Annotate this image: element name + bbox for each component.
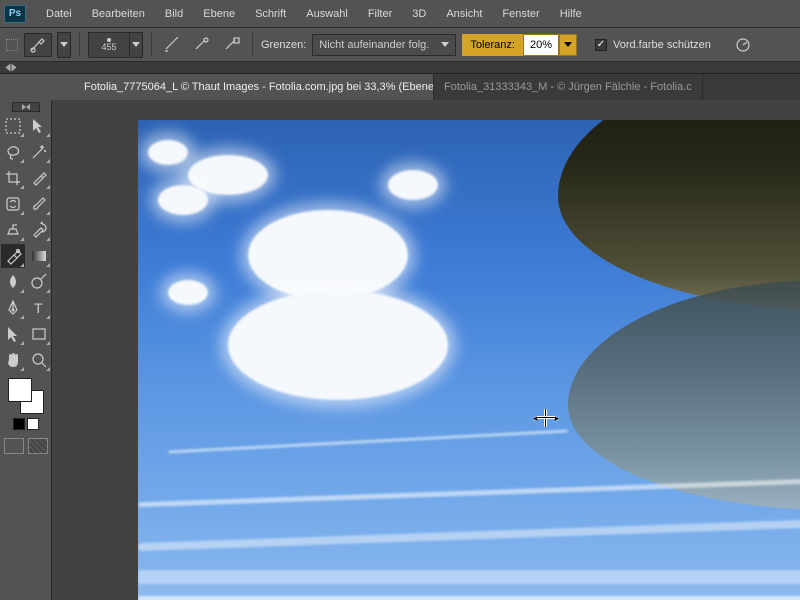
rectangle-shape-tool[interactable] (27, 322, 51, 346)
tab-label: Fotolia_31333343_M - © Jürgen Fälchle - … (444, 81, 692, 93)
background-eraser-tool[interactable] (1, 244, 25, 268)
tool-preset-dropdown[interactable] (57, 32, 71, 58)
tolerance-label: Toleranz: (462, 34, 523, 56)
menu-type[interactable]: Schrift (245, 0, 296, 27)
pen-tool[interactable] (1, 296, 25, 320)
limits-value: Nicht aufeinander folg. (319, 39, 429, 51)
clone-stamp-tool[interactable] (1, 218, 25, 242)
quick-mask-toggle[interactable] (4, 438, 24, 454)
sampling-continuous-button[interactable] (160, 34, 184, 56)
pressure-button[interactable] (731, 34, 755, 56)
separator (252, 33, 253, 57)
sampling-swatch-button[interactable] (220, 34, 244, 56)
brush-preset[interactable]: 455 (88, 32, 130, 58)
chevron-down-icon (441, 42, 449, 47)
document-tab-bar: Fotolia_7775064_L © Thaut Images - Fotol… (74, 74, 800, 100)
document-tab-inactive[interactable]: Fotolia_31333343_M - © Jürgen Fälchle - … (434, 74, 703, 100)
workspace: T ◂▸ (0, 100, 800, 600)
panel-gutter (52, 100, 74, 600)
app-logo: Ps (4, 5, 26, 23)
history-brush-tool[interactable] (27, 218, 51, 242)
foreground-swatch[interactable] (8, 378, 32, 402)
type-tool[interactable]: T (27, 296, 51, 320)
menu-image[interactable]: Bild (155, 0, 193, 27)
document-canvas[interactable] (138, 120, 800, 600)
brush-preset-dropdown[interactable] (129, 32, 143, 58)
limits-label: Grenzen: (261, 39, 306, 51)
sampling-once-button[interactable] (190, 34, 214, 56)
dodge-tool[interactable] (27, 270, 51, 294)
protect-foreground-label: Vord.farbe schützen (613, 39, 711, 51)
options-bar: 455 Grenzen: Nicht aufeinander folg. Tol… (0, 28, 800, 62)
default-colors-icon[interactable] (13, 418, 25, 430)
screen-mode-toggle[interactable] (28, 438, 48, 454)
check-icon: ✓ (597, 40, 605, 50)
swap-colors-icon[interactable] (27, 418, 39, 430)
magic-wand-tool[interactable] (27, 140, 51, 164)
protect-foreground-checkbox[interactable]: ✓ (595, 39, 607, 51)
canvas-area[interactable]: ◂▸ (74, 100, 800, 600)
menu-window[interactable]: Fenster (492, 0, 549, 27)
dock-handle[interactable] (6, 39, 18, 51)
color-swatches[interactable] (8, 378, 44, 414)
document-tab-active[interactable]: Fotolia_7775064_L © Thaut Images - Fotol… (74, 74, 434, 100)
move-tool[interactable] (27, 114, 51, 138)
separator (151, 33, 152, 57)
panel-expand-strip[interactable] (0, 62, 800, 74)
eyedropper-tool[interactable] (27, 166, 51, 190)
tool-panel-collapse[interactable] (12, 102, 40, 112)
healing-brush-tool[interactable] (1, 192, 25, 216)
brush-size-value: 455 (101, 42, 116, 52)
hand-tool[interactable] (1, 348, 25, 372)
path-selection-tool[interactable] (1, 322, 25, 346)
marquee-tool[interactable] (1, 114, 25, 138)
menu-help[interactable]: Hilfe (550, 0, 592, 27)
tolerance-dropdown[interactable] (559, 34, 577, 56)
zoom-tool[interactable] (27, 348, 51, 372)
gradient-tool[interactable] (27, 244, 51, 268)
blur-tool[interactable] (1, 270, 25, 294)
tab-label: Fotolia_7775064_L © Thaut Images - Fotol… (84, 81, 434, 93)
tool-panel: T (0, 100, 52, 600)
lasso-tool[interactable] (1, 140, 25, 164)
menu-edit[interactable]: Bearbeiten (82, 0, 155, 27)
menu-filter[interactable]: Filter (358, 0, 402, 27)
menu-layer[interactable]: Ebene (193, 0, 245, 27)
tolerance-input[interactable]: 20% (523, 34, 559, 56)
current-tool-indicator[interactable] (24, 33, 52, 57)
separator (79, 33, 80, 57)
crop-tool[interactable] (1, 166, 25, 190)
brush-tool[interactable] (27, 192, 51, 216)
move-cursor-icon: ◂▸ (537, 409, 555, 427)
menu-select[interactable]: Auswahl (296, 0, 358, 27)
limits-select[interactable]: Nicht aufeinander folg. (312, 34, 456, 56)
menu-3d[interactable]: 3D (402, 0, 436, 27)
svg-text:T: T (34, 300, 43, 316)
menu-view[interactable]: Ansicht (436, 0, 492, 27)
menu-file[interactable]: Datei (36, 0, 82, 27)
menu-bar: Ps Datei Bearbeiten Bild Ebene Schrift A… (0, 0, 800, 28)
